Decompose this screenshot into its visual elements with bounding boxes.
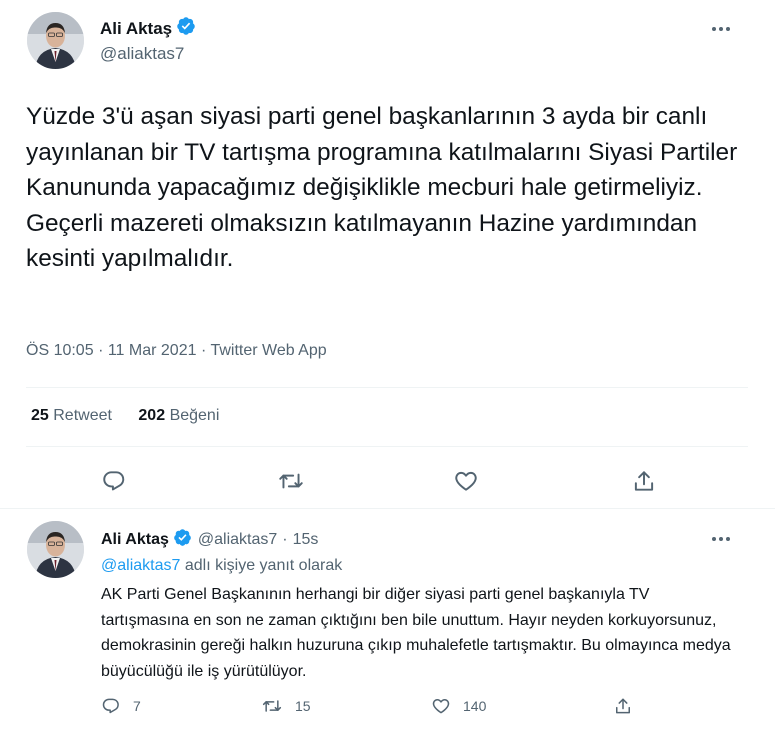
reply-like-button[interactable]: 140 — [431, 696, 486, 716]
meta-separator: · — [200, 342, 207, 359]
reply-retweet-button[interactable]: 15 — [261, 696, 311, 716]
author-handle-row: @aliaktas7 — [100, 44, 184, 64]
reply-bubble-icon — [103, 471, 125, 491]
verified-badge-icon — [176, 16, 196, 41]
more-dots-icon — [712, 537, 730, 541]
reply-button[interactable] — [101, 468, 127, 499]
reply-header: Ali Aktaş @aliaktas7 · 15s — [101, 528, 318, 552]
reply-retweet-count: 15 — [295, 698, 311, 714]
replying-to: @aliaktas7 adlı kişiye yanıt olarak — [101, 557, 342, 575]
divider — [26, 446, 748, 447]
retweet-icon — [279, 473, 303, 489]
reply-separator: · — [282, 531, 288, 548]
divider — [26, 387, 748, 388]
heart-icon — [432, 699, 450, 714]
tweet-stats: 25 Retweet 202 Beğeni — [31, 407, 241, 425]
tweet-text: Yüzde 3'ü aşan siyasi parti genel başkan… — [26, 103, 738, 273]
avatar[interactable] — [27, 12, 84, 69]
retweet-button[interactable] — [277, 468, 305, 499]
retweet-stat[interactable]: 25 Retweet — [31, 407, 112, 425]
reply-author-name[interactable]: Ali Aktaş — [101, 531, 169, 549]
replying-to-handle[interactable]: @aliaktas7 — [101, 557, 180, 574]
tweet-source-link[interactable]: Twitter Web App — [210, 342, 326, 359]
reply-text: AK Parti Genel Başkanının herhangi bir d… — [101, 586, 731, 680]
reply-time[interactable]: 15s — [293, 531, 319, 549]
tweet-meta: ÖS 10:05 · 11 Mar 2021 · Twitter Web App — [26, 342, 327, 360]
reply-like-count: 140 — [463, 698, 487, 714]
heart-icon — [455, 471, 477, 491]
reply-more-options-button[interactable] — [710, 530, 732, 553]
share-icon — [634, 471, 654, 491]
like-count: 202 — [138, 407, 166, 424]
avatar-image — [27, 12, 84, 69]
tweet-time: ÖS 10:05 — [26, 342, 94, 359]
tweet-time-link[interactable]: ÖS 10:05 · 11 Mar 2021 — [26, 342, 197, 359]
like-button[interactable] — [453, 468, 479, 499]
meta-separator: · — [98, 342, 104, 359]
reply-avatar[interactable] — [27, 521, 84, 578]
like-label: Beğeni — [169, 407, 220, 424]
more-dots-icon — [712, 27, 730, 31]
reply-share-button[interactable] — [613, 696, 633, 716]
reply-reply-button[interactable]: 7 — [101, 696, 141, 716]
verified-badge-icon — [173, 528, 192, 552]
tweet-separator — [0, 508, 775, 509]
author-handle[interactable]: @aliaktas7 — [100, 44, 184, 64]
retweet-label: Retweet — [53, 407, 112, 424]
like-stat[interactable]: 202 Beğeni — [138, 407, 219, 425]
replying-to-label: adlı kişiye yanıt olarak — [184, 557, 343, 574]
retweet-count: 25 — [31, 407, 49, 424]
share-icon — [616, 698, 630, 714]
reply-count: 7 — [133, 698, 141, 714]
retweet-icon — [262, 700, 282, 712]
tweet-date: 11 Mar 2021 — [107, 342, 197, 359]
avatar-image — [27, 521, 84, 578]
reply-author-handle[interactable]: @aliaktas7 — [198, 531, 277, 549]
author-name-row: Ali Aktaş — [100, 16, 196, 41]
share-button[interactable] — [631, 468, 657, 499]
reply-bubble-icon — [102, 698, 119, 714]
author-name[interactable]: Ali Aktaş — [100, 19, 172, 39]
more-options-button[interactable] — [710, 20, 732, 43]
